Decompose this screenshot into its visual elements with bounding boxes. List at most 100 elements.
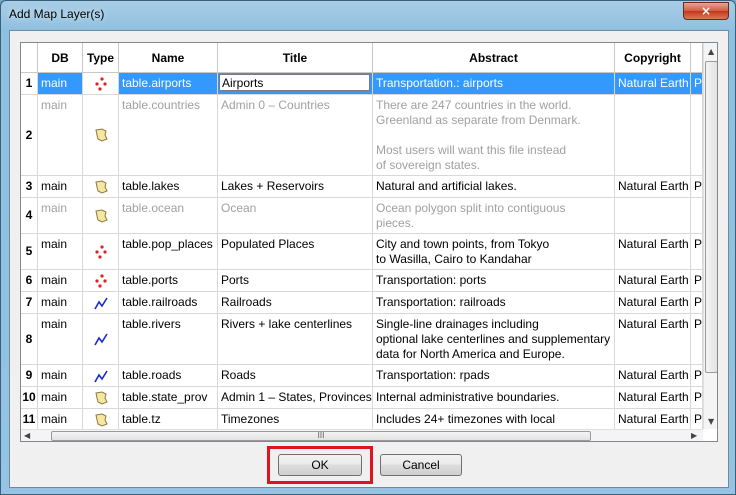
- cell-copyright[interactable]: Natural Earth: [615, 270, 691, 292]
- header-title[interactable]: Title: [218, 43, 373, 73]
- horizontal-scroll-thumb[interactable]: III: [51, 431, 591, 441]
- cell-copyright[interactable]: Natural Earth: [615, 73, 691, 95]
- cell-copyright[interactable]: Natural Earth: [615, 292, 691, 314]
- cell-name[interactable]: table.ports: [119, 270, 218, 292]
- cell-db[interactable]: main: [38, 95, 83, 176]
- cell-name[interactable]: table.ocean: [119, 198, 218, 234]
- cell-abstract[interactable]: There are 247 countries in the world. Gr…: [373, 95, 615, 176]
- header-type[interactable]: Type: [83, 43, 119, 73]
- cell-db[interactable]: main: [38, 198, 83, 234]
- row-number[interactable]: 11: [21, 409, 38, 429]
- cell-name[interactable]: table.roads: [119, 365, 218, 387]
- table-row[interactable]: 10 main table.state_prov Admin 1 – States, …: [21, 387, 703, 409]
- cancel-button[interactable]: Cancel: [380, 454, 462, 476]
- cell-type[interactable]: [83, 234, 119, 270]
- cell-db[interactable]: main: [38, 234, 83, 270]
- table-row[interactable]: 3 main table.lakes Lakes + Reservoirs Natura…: [21, 176, 703, 198]
- cell-abstract[interactable]: Single-line drainages including optional…: [373, 314, 615, 365]
- cell-title[interactable]: Ports: [218, 270, 373, 292]
- table-row[interactable]: 6 main table.ports Ports Transportation: por…: [21, 270, 703, 292]
- cell-title[interactable]: Ocean: [218, 198, 373, 234]
- cell-name[interactable]: table.airports: [119, 73, 218, 95]
- cell-title[interactable]: Railroads: [218, 292, 373, 314]
- cell-extra[interactable]: P: [691, 409, 703, 429]
- cell-db[interactable]: main: [38, 387, 83, 409]
- cell-copyright[interactable]: [615, 95, 691, 176]
- cell-db[interactable]: main: [38, 73, 83, 95]
- cell-db[interactable]: main: [38, 365, 83, 387]
- row-number[interactable]: 4: [21, 198, 38, 234]
- row-number[interactable]: 1: [21, 73, 38, 95]
- table-row[interactable]: 1 main table.airports Airports Transportatio…: [21, 73, 703, 95]
- cell-extra[interactable]: P: [691, 387, 703, 409]
- row-number[interactable]: 2: [21, 95, 38, 176]
- row-number[interactable]: 6: [21, 270, 38, 292]
- cell-extra[interactable]: P: [691, 365, 703, 387]
- cell-type[interactable]: [83, 95, 119, 176]
- cell-db[interactable]: main: [38, 409, 83, 429]
- table-row[interactable]: 5 main table.pop_places Populated Places Cit…: [21, 234, 703, 270]
- cell-name[interactable]: table.rivers: [119, 314, 218, 365]
- header-abstract[interactable]: Abstract: [373, 43, 615, 73]
- table-row[interactable]: 7 main table.railroads Railroads Transportat…: [21, 292, 703, 314]
- cell-type[interactable]: [83, 365, 119, 387]
- cell-extra[interactable]: P: [691, 176, 703, 198]
- cell-db[interactable]: main: [38, 292, 83, 314]
- cell-abstract[interactable]: Transportation: ports: [373, 270, 615, 292]
- header-copyright[interactable]: Copyright: [615, 43, 691, 73]
- cell-title[interactable]: Airports: [218, 73, 373, 95]
- cell-name[interactable]: table.state_prov: [119, 387, 218, 409]
- cell-extra[interactable]: P: [691, 270, 703, 292]
- table-row[interactable]: 9 main table.roads Roads Transportation: rpa…: [21, 365, 703, 387]
- row-number[interactable]: 8: [21, 314, 38, 365]
- cell-name[interactable]: table.lakes: [119, 176, 218, 198]
- cell-type[interactable]: [83, 409, 119, 429]
- cell-extra[interactable]: [691, 95, 703, 176]
- cell-db[interactable]: main: [38, 270, 83, 292]
- cell-copyright[interactable]: [615, 198, 691, 234]
- cell-copyright[interactable]: Natural Earth: [615, 176, 691, 198]
- row-number[interactable]: 7: [21, 292, 38, 314]
- cell-extra[interactable]: P: [691, 234, 703, 270]
- cell-copyright[interactable]: Natural Earth: [615, 314, 691, 365]
- cell-type[interactable]: [83, 73, 119, 95]
- cell-abstract[interactable]: Transportation.: airports: [373, 73, 615, 95]
- cell-extra[interactable]: P: [691, 314, 703, 365]
- table-row[interactable]: 8 main table.rivers Rivers + lake centerlin…: [21, 314, 703, 365]
- cell-copyright[interactable]: Natural Earth: [615, 365, 691, 387]
- horizontal-scrollbar[interactable]: ◀ III ▶: [21, 429, 703, 441]
- cell-abstract[interactable]: City and town points, from Tokyo to Wasi…: [373, 234, 615, 270]
- cell-title[interactable]: Lakes + Reservoirs: [218, 176, 373, 198]
- cell-abstract[interactable]: Transportation: railroads: [373, 292, 615, 314]
- cell-db[interactable]: main: [38, 314, 83, 365]
- cell-name[interactable]: table.tz: [119, 409, 218, 429]
- cell-name[interactable]: table.countries: [119, 95, 218, 176]
- cell-title[interactable]: Admin 0 – Countries: [218, 95, 373, 176]
- scroll-right-icon[interactable]: ▶: [691, 431, 697, 440]
- cell-type[interactable]: [83, 198, 119, 234]
- header-db[interactable]: DB: [38, 43, 83, 73]
- cell-name[interactable]: table.railroads: [119, 292, 218, 314]
- cell-title[interactable]: Roads: [218, 365, 373, 387]
- vertical-scrollbar[interactable]: ▲ ▼: [703, 43, 717, 429]
- vertical-scroll-thumb[interactable]: [705, 61, 717, 373]
- row-number[interactable]: 9: [21, 365, 38, 387]
- row-number[interactable]: 10: [21, 387, 38, 409]
- cell-name[interactable]: table.pop_places: [119, 234, 218, 270]
- table-row[interactable]: 4 main table.ocean Ocean Ocean polygon split…: [21, 198, 703, 234]
- cell-abstract[interactable]: Natural and artificial lakes.: [373, 176, 615, 198]
- cell-extra[interactable]: P: [691, 292, 703, 314]
- cell-copyright[interactable]: Natural Earth: [615, 234, 691, 270]
- table-row[interactable]: 11 main table.tz Timezones Includes 24+ time…: [21, 409, 703, 429]
- cell-title[interactable]: Populated Places: [218, 234, 373, 270]
- row-number[interactable]: 3: [21, 176, 38, 198]
- cell-db[interactable]: main: [38, 176, 83, 198]
- cell-copyright[interactable]: Natural Earth: [615, 387, 691, 409]
- cell-abstract[interactable]: Internal administrative boundaries.: [373, 387, 615, 409]
- cell-type[interactable]: [83, 292, 119, 314]
- scroll-left-icon[interactable]: ◀: [24, 431, 30, 440]
- cell-abstract[interactable]: Ocean polygon split into contiguous piec…: [373, 198, 615, 234]
- cell-title[interactable]: Timezones: [218, 409, 373, 429]
- row-number[interactable]: 5: [21, 234, 38, 270]
- cell-extra[interactable]: P: [691, 73, 703, 95]
